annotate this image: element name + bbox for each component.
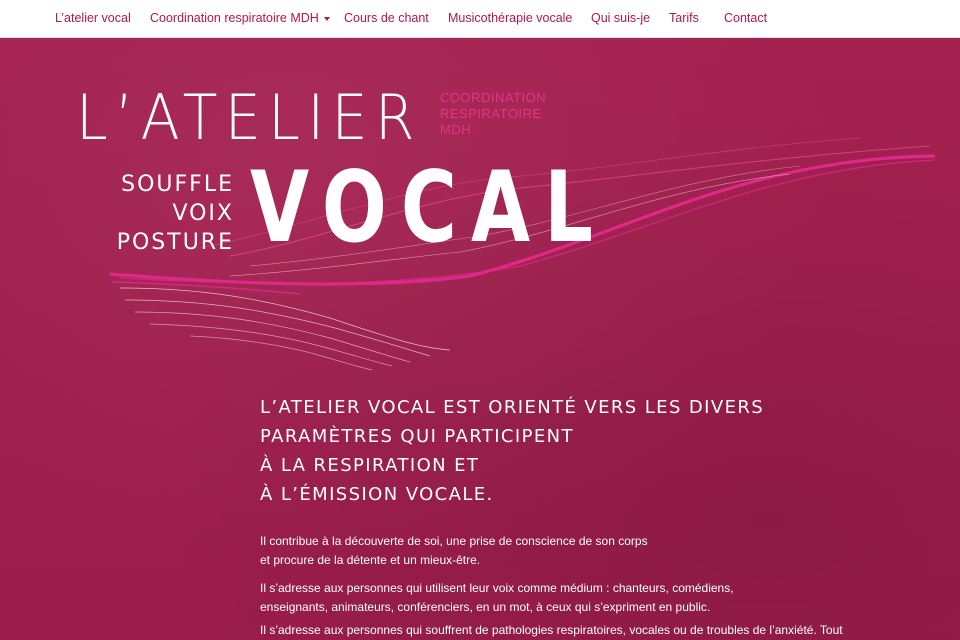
intro-paragraph: Il s’adresse aux personnes qui souffrent… bbox=[260, 623, 843, 637]
nav-item-atelier-vocal[interactable]: L’atelier vocal bbox=[55, 0, 131, 37]
logo-subtitle-line: MDH bbox=[440, 122, 472, 137]
logo-keyword: VOIX bbox=[172, 201, 234, 226]
top-navigation: L’atelier vocal Coordination respiratoir… bbox=[0, 0, 960, 38]
logo-subtitle-line: COORDINATION bbox=[440, 90, 547, 105]
intro-paragraph: Il s’adresse aux personnes qui utilisent… bbox=[260, 581, 734, 614]
intro-paragraph: Il contribue à la découverte de soi, une… bbox=[260, 534, 648, 567]
heading-line: PARAMÈTRES QUI PARTICIPENT bbox=[260, 426, 574, 447]
nav-item-contact[interactable]: Contact bbox=[724, 0, 767, 37]
nav-item-cours-de-chant[interactable]: Cours de chant bbox=[344, 0, 429, 37]
intro-heading: L’ATELIER VOCAL EST ORIENTÉ VERS LES DIV… bbox=[260, 393, 780, 509]
nav-item-label: Coordination respiratoire MDH bbox=[150, 11, 319, 25]
logo-keyword: POSTURE bbox=[116, 230, 234, 255]
logo-subtitle: COORDINATION RESPIRATOIRE MDH bbox=[440, 90, 570, 138]
hero-section: L’ATELIER COORDINATION RESPIRATOIRE MDH … bbox=[0, 38, 960, 640]
logo-subtitle-line: RESPIRATOIRE bbox=[440, 106, 542, 121]
heading-line: L’ATELIER VOCAL EST ORIENTÉ VERS LES DIV… bbox=[260, 397, 765, 418]
heading-line: À LA RESPIRATION ET bbox=[260, 455, 480, 476]
heading-line: À L’ÉMISSION VOCALE. bbox=[260, 484, 494, 505]
logo-title-vocal: VOCAL bbox=[250, 151, 607, 265]
caret-down-icon bbox=[323, 16, 330, 21]
logo-title-atelier: L’ATELIER bbox=[76, 81, 422, 154]
nav-item-coordination-respiratoire[interactable]: Coordination respiratoire MDH bbox=[150, 0, 330, 37]
nav-item-musicotherapie-vocale[interactable]: Musicothérapie vocale bbox=[448, 0, 572, 37]
nav-item-tarifs[interactable]: Tarifs bbox=[669, 0, 699, 37]
nav-item-qui-suis-je[interactable]: Qui suis-je bbox=[591, 0, 650, 37]
logo-keywords: SOUFFLE VOIX POSTURE bbox=[100, 170, 234, 257]
logo-keyword: SOUFFLE bbox=[121, 172, 234, 197]
